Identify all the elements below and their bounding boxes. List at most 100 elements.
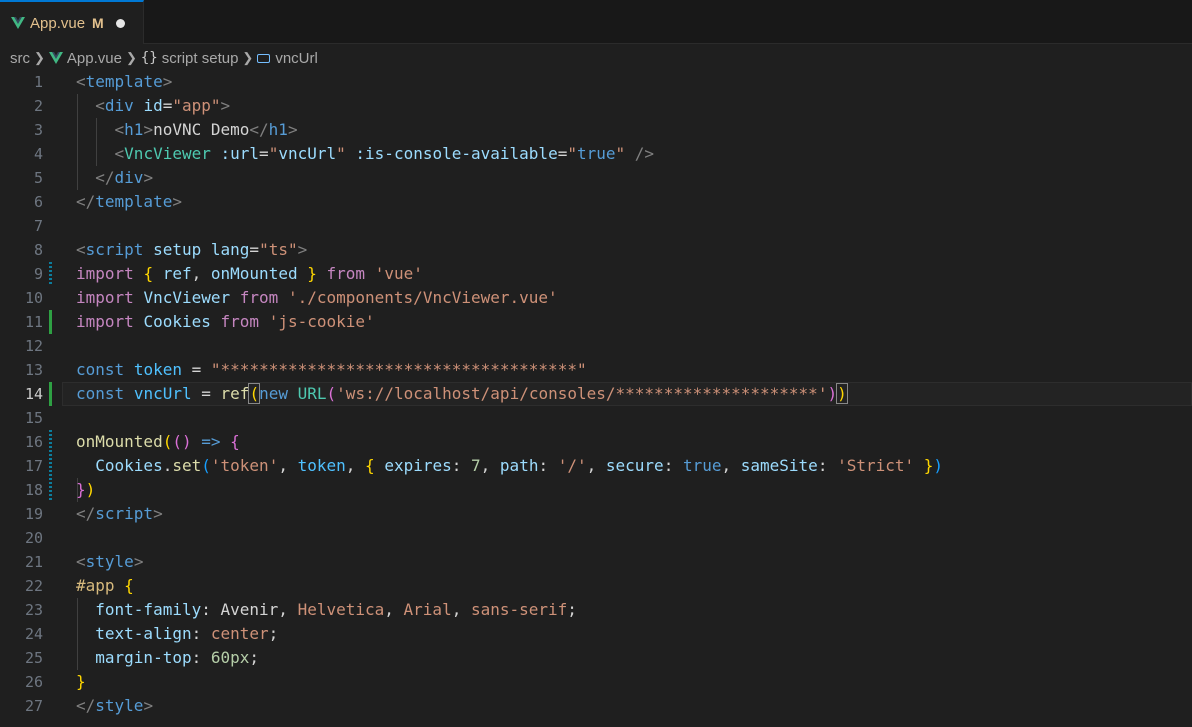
code-token: >: [162, 72, 173, 91]
code-text: </template>: [76, 190, 182, 214]
gutter-added-marker[interactable]: [49, 310, 52, 334]
code-line[interactable]: 10 import VncViewer from './components/Vn…: [0, 286, 1192, 310]
breadcrumb-section[interactable]: {} script setup: [141, 50, 239, 67]
code-line[interactable]: 22 #app {: [0, 574, 1192, 598]
code-line[interactable]: 2 <div id="app">: [0, 94, 1192, 118]
code-line[interactable]: 12: [0, 334, 1192, 358]
code-token: import: [76, 288, 134, 307]
code-token: ": [615, 144, 626, 163]
code-token: :is-console-available: [355, 144, 558, 163]
code-token: 'token': [210, 456, 279, 475]
code-token: </: [76, 696, 96, 715]
gutter-modified-marker[interactable]: [49, 262, 52, 286]
code-token: 'js-cookie': [268, 312, 375, 331]
line-number: 24: [24, 625, 43, 643]
code-token: secure: [605, 456, 664, 475]
code-line[interactable]: 25 margin-top: 60px;: [0, 646, 1192, 670]
code-token: =: [249, 240, 260, 259]
gutter-modified-marker[interactable]: [49, 430, 52, 454]
code-token: '/': [557, 456, 587, 475]
code-line[interactable]: 11 import Cookies from 'js-cookie': [0, 310, 1192, 334]
code-line[interactable]: 23 font-family: Avenir, Helvetica, Arial…: [0, 598, 1192, 622]
line-number: 17: [24, 457, 43, 475]
code-line[interactable]: 27 </style>: [0, 694, 1192, 718]
code-token: :: [201, 600, 221, 619]
code-text: const vncUrl = ref(new URL('ws://localho…: [76, 382, 848, 406]
code-line[interactable]: 16 onMounted(() => {: [0, 430, 1192, 454]
code-line[interactable]: 5 </div>: [0, 166, 1192, 190]
code-token: ,: [384, 600, 404, 619]
breadcrumb-folder[interactable]: src: [10, 50, 30, 67]
code-token: >: [297, 240, 308, 259]
line-number: 10: [24, 289, 43, 307]
code-line[interactable]: 20: [0, 526, 1192, 550]
code-line[interactable]: 26}: [0, 670, 1192, 694]
line-number: 8: [33, 241, 43, 259]
code-token: :: [191, 648, 211, 667]
code-token: Cookies: [143, 312, 211, 331]
code-token: :: [538, 456, 558, 475]
code-token: style: [85, 552, 134, 571]
code-line[interactable]: 18}): [0, 478, 1192, 502]
code-token: {: [230, 432, 240, 451]
unsaved-dot-icon[interactable]: [115, 18, 125, 28]
gutter-modified-marker[interactable]: [49, 478, 52, 502]
code-token: 60px: [210, 648, 250, 667]
code-line[interactable]: 17 Cookies.set('token', token, { expires…: [0, 454, 1192, 478]
code-line[interactable]: 15: [0, 406, 1192, 430]
code-text: }): [76, 478, 95, 502]
code-line[interactable]: 13 const token = "***********************…: [0, 358, 1192, 382]
code-token: </: [95, 168, 115, 187]
code-line[interactable]: 8 <script setup lang="ts">: [0, 238, 1192, 262]
code-token: from: [220, 312, 260, 331]
code-line[interactable]: 14 const vncUrl = ref(new URL('ws://local…: [0, 382, 1192, 406]
code-line[interactable]: 21 <style>: [0, 550, 1192, 574]
code-line[interactable]: 24 text-align: center;: [0, 622, 1192, 646]
code-token: ): [836, 383, 848, 404]
tab-app-vue[interactable]: App.vue M: [0, 0, 144, 44]
code-token: new: [259, 384, 288, 403]
code-token: font-family: [95, 600, 202, 619]
code-line[interactable]: 4 <VncViewer :url="vncUrl" :is-console-a…: [0, 142, 1192, 166]
gutter-modified-marker[interactable]: [49, 454, 52, 478]
code-token: set: [172, 456, 202, 475]
code-text: font-family: Avenir, Helvetica, Arial, s…: [76, 598, 577, 622]
code-token: ,: [191, 264, 211, 283]
code-token: ,: [278, 600, 298, 619]
breadcrumb-file[interactable]: App.vue: [48, 50, 122, 67]
code-token: noVNC Demo: [153, 120, 250, 139]
code-text: import Cookies from 'js-cookie': [76, 310, 375, 334]
code-token: ,: [721, 456, 741, 475]
code-token: ): [85, 480, 96, 499]
code-line[interactable]: 19 </script>: [0, 502, 1192, 526]
code-token: ": [567, 144, 577, 163]
line-number: 16: [24, 433, 43, 451]
breadcrumb-symbol[interactable]: vncUrl: [257, 50, 318, 67]
line-number: 18: [24, 481, 43, 499]
code-editor[interactable]: 1 <template> 2 <div id="app"> 3 <h1>noVNC D…: [0, 70, 1192, 727]
code-text: Cookies.set('token', token, { expires: 7…: [76, 454, 943, 478]
code-token: sans-serif: [470, 600, 568, 619]
code-token: from: [326, 264, 366, 283]
code-line[interactable]: 7: [0, 214, 1192, 238]
code-token: >: [287, 120, 298, 139]
code-line[interactable]: 3 <h1>noVNC Demo</h1>: [0, 118, 1192, 142]
code-token: <: [95, 96, 105, 115]
line-number: 1: [33, 73, 43, 91]
code-line[interactable]: 6 </template>: [0, 190, 1192, 214]
gutter-added-marker[interactable]: [49, 382, 52, 406]
code-token: >: [153, 504, 163, 523]
code-line[interactable]: 9 import { ref, onMounted } from 'vue': [0, 262, 1192, 286]
code-text: <VncViewer :url="vncUrl" :is-console-ava…: [76, 142, 655, 166]
code-token: :: [451, 456, 472, 475]
code-line[interactable]: 1 <template>: [0, 70, 1192, 94]
code-token: </: [76, 504, 96, 523]
